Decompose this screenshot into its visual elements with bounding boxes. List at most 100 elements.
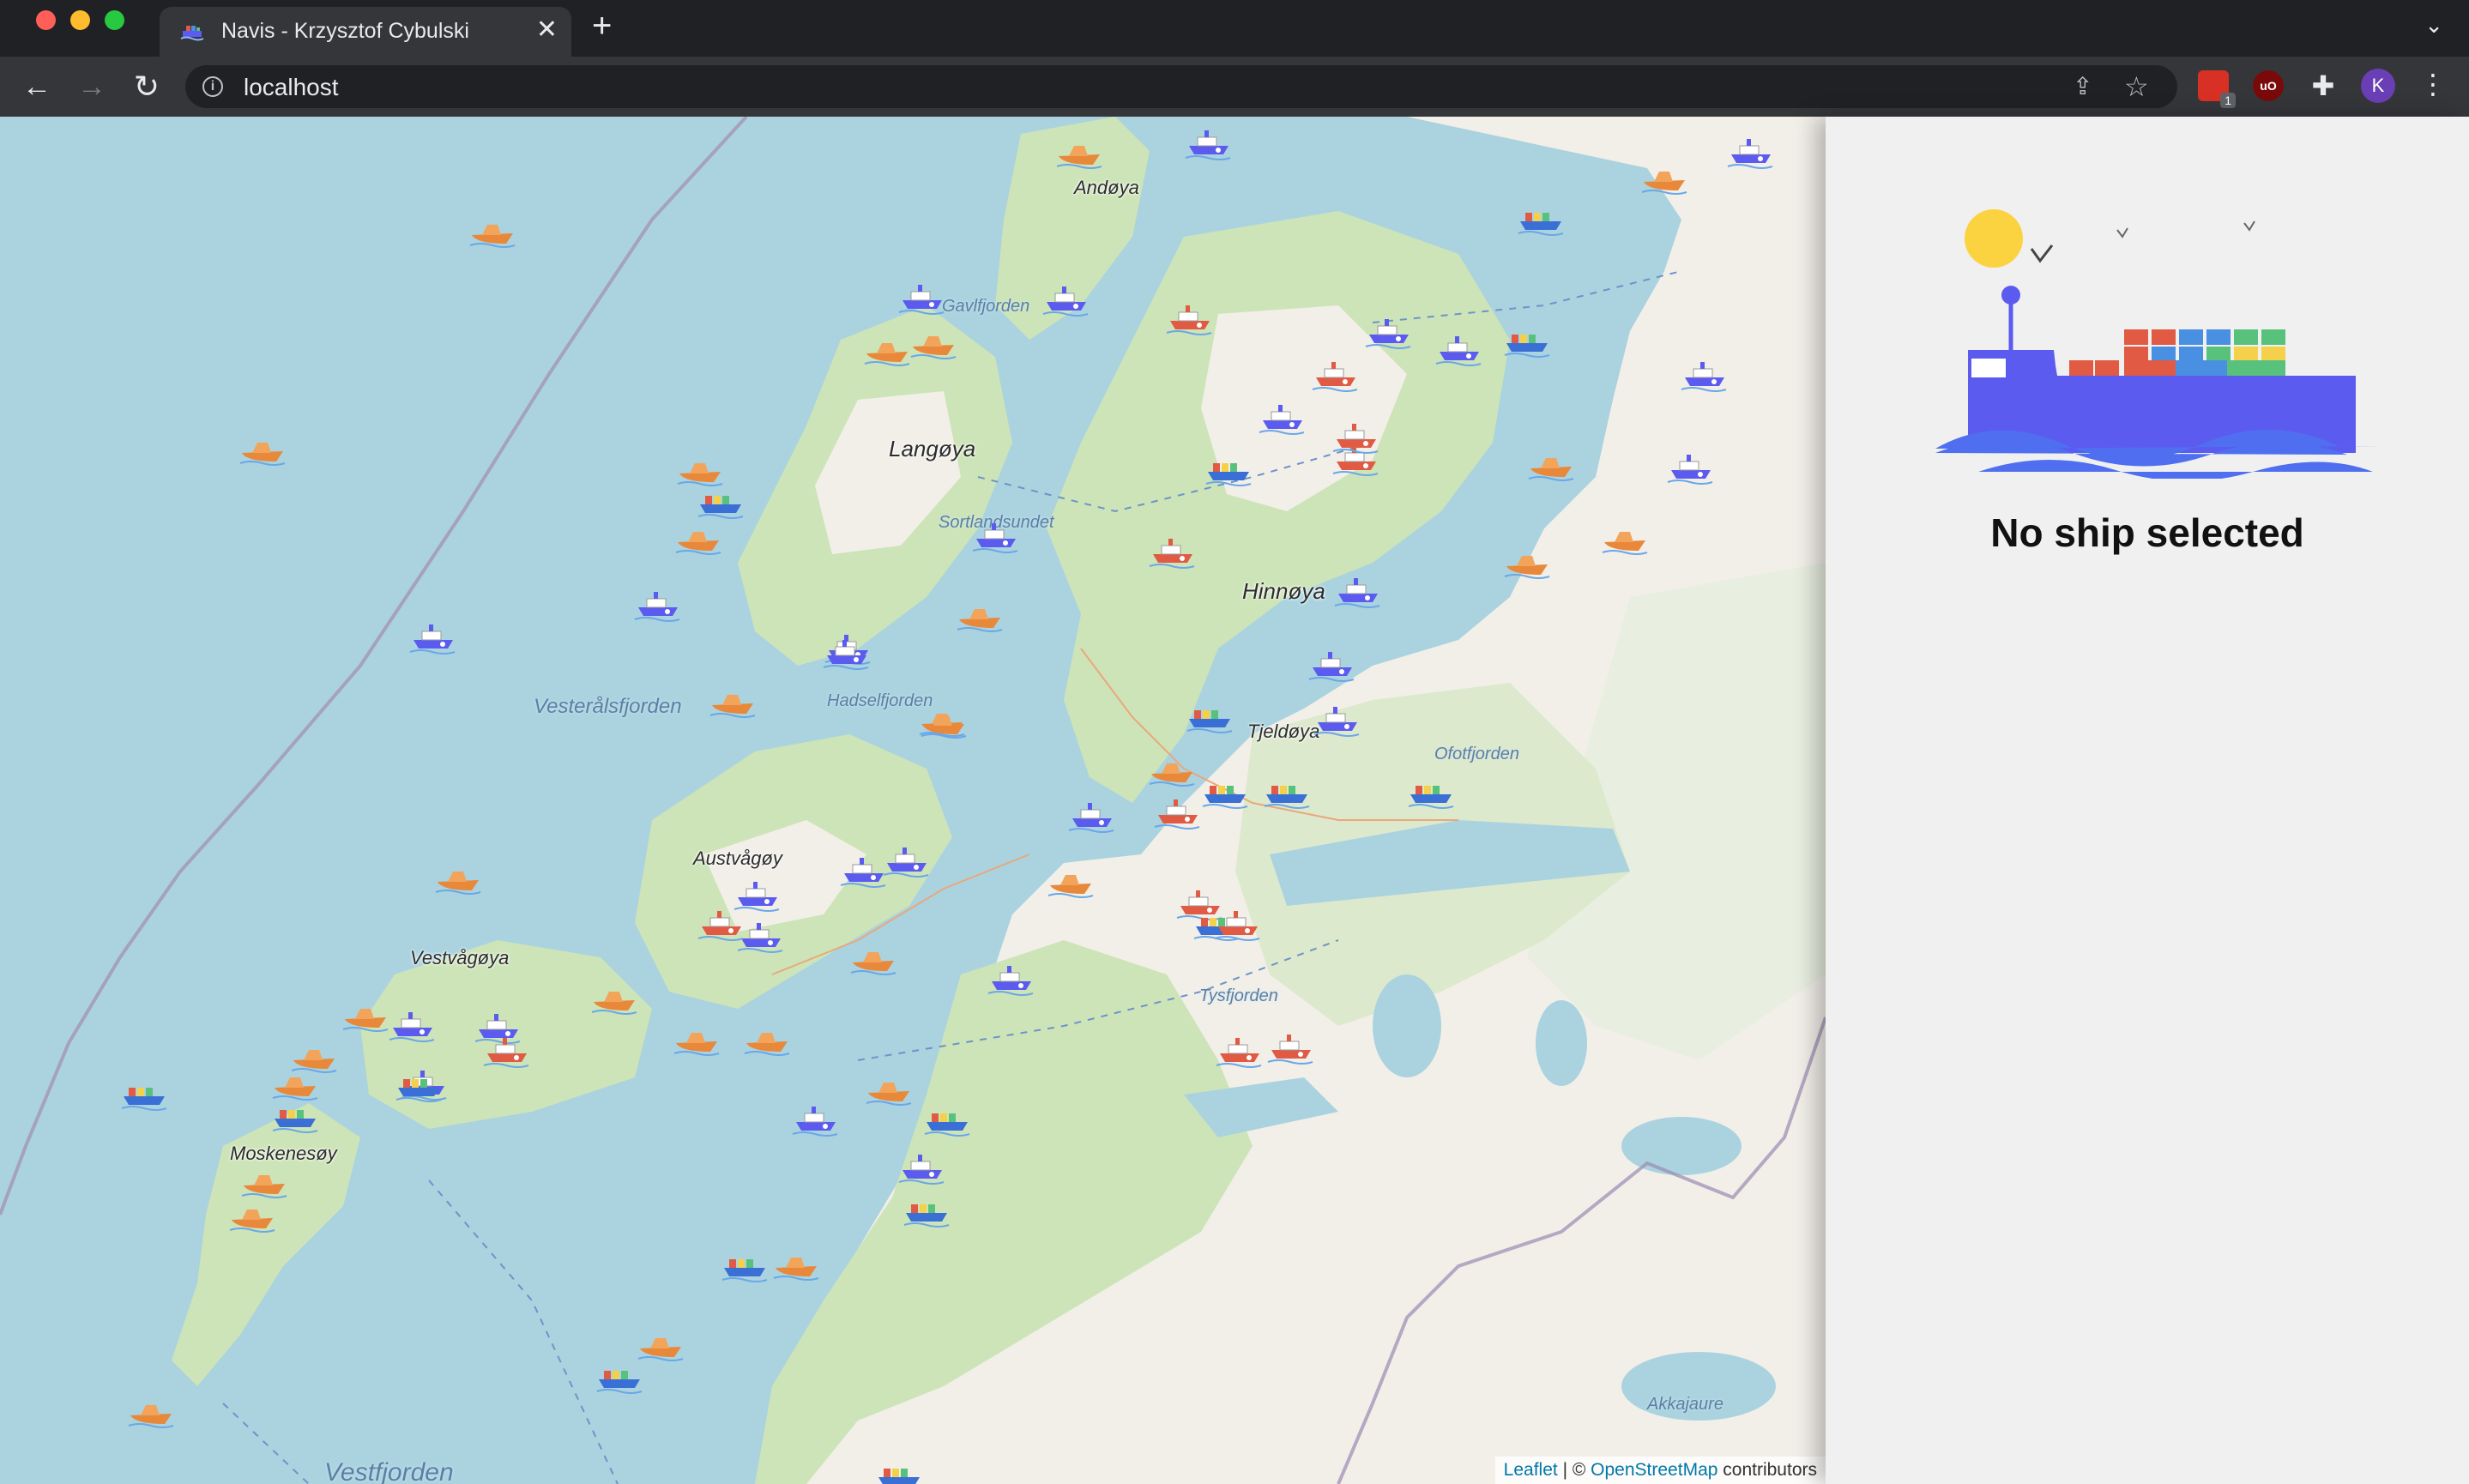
ship-marker-icon[interactable] — [865, 1072, 913, 1107]
ship-marker-icon[interactable] — [482, 1035, 530, 1069]
browser-menu-icon[interactable]: ⋮ — [2419, 67, 2447, 101]
openstreetmap-link[interactable]: OpenStreetMap — [1591, 1460, 1717, 1480]
new-tab-button[interactable]: + — [592, 9, 612, 43]
ship-marker-icon[interactable] — [863, 333, 911, 367]
ship-marker-icon[interactable] — [271, 1067, 319, 1101]
ublock-icon[interactable]: uO — [2253, 70, 2284, 101]
ship-marker-icon[interactable] — [1055, 136, 1103, 170]
ship-marker-icon[interactable] — [341, 998, 389, 1033]
ship-marker-icon[interactable] — [1364, 316, 1412, 350]
profile-avatar[interactable]: K — [2361, 69, 2395, 103]
ship-marker-icon[interactable] — [127, 1395, 175, 1429]
ship-marker-icon[interactable] — [120, 1077, 168, 1112]
ship-marker-icon[interactable] — [1407, 775, 1455, 810]
ship-marker-icon[interactable] — [1153, 796, 1201, 830]
ship-marker-icon[interactable] — [1313, 703, 1361, 738]
ship-marker-icon[interactable] — [791, 1103, 839, 1137]
ship-marker-icon[interactable] — [1165, 302, 1213, 336]
ship-marker-icon[interactable] — [1067, 799, 1115, 834]
ship-marker-icon[interactable] — [897, 281, 945, 316]
minimize-window-button[interactable] — [70, 10, 90, 30]
ship-marker-icon[interactable] — [676, 453, 724, 487]
ship-marker-icon[interactable] — [1148, 535, 1196, 570]
close-window-button[interactable] — [36, 10, 56, 30]
ship-marker-icon[interactable] — [909, 326, 957, 360]
tab-search-chevron-icon[interactable]: ⌄ — [2424, 12, 2443, 39]
browser-tab[interactable]: Navis - Krzysztof Cybulski ✕ — [160, 7, 571, 57]
site-info-icon[interactable]: i — [202, 76, 223, 97]
share-icon[interactable]: ⇪ — [2073, 72, 2092, 100]
map[interactable]: Andøya Langøya Hinnøya Tjeldøya Austvågø… — [0, 117, 1826, 1484]
ship-marker-icon[interactable] — [772, 1247, 820, 1282]
ship-marker-icon[interactable] — [408, 621, 456, 655]
ship-marker-icon[interactable] — [1680, 359, 1728, 393]
maximize-window-button[interactable] — [105, 10, 124, 30]
extension-icon[interactable]: 1 — [2198, 70, 2236, 108]
ship-marker-icon[interactable] — [1213, 908, 1261, 942]
leaflet-link[interactable]: Leaflet — [1504, 1460, 1558, 1480]
ship-marker-icon[interactable] — [1640, 161, 1688, 196]
ship-marker-icon[interactable] — [697, 908, 745, 942]
ship-marker-icon[interactable] — [674, 522, 722, 556]
reload-button[interactable]: ↻ — [129, 69, 165, 105]
bookmark-star-icon[interactable]: ☆ — [2124, 70, 2149, 103]
ship-marker-icon[interactable] — [1263, 775, 1311, 810]
ship-marker-icon[interactable] — [1204, 453, 1253, 487]
ship-marker-icon[interactable] — [1517, 202, 1565, 237]
ship-marker-icon[interactable] — [1184, 127, 1232, 161]
ship-marker-icon[interactable] — [590, 981, 638, 1016]
ship-marker-icon[interactable] — [1258, 401, 1306, 436]
ship-marker-icon[interactable] — [882, 844, 930, 878]
ship-marker-icon[interactable] — [920, 705, 968, 739]
ship-marker-icon[interactable] — [388, 1009, 436, 1043]
ship-marker-icon[interactable] — [902, 1194, 951, 1228]
ship-marker-icon[interactable] — [240, 1165, 288, 1199]
ship-marker-icon[interactable] — [1148, 753, 1196, 787]
ship-marker-icon[interactable] — [1331, 420, 1379, 455]
address-bar[interactable]: i localhost ⇪ ☆ — [185, 65, 2177, 108]
ship-marker-icon[interactable] — [1047, 865, 1095, 899]
ship-marker-icon[interactable] — [1333, 575, 1381, 609]
ship-marker-icon[interactable] — [1215, 1035, 1263, 1069]
ship-marker-icon[interactable] — [875, 1458, 923, 1484]
ship-marker-icon[interactable] — [637, 1328, 685, 1362]
ship-marker-icon[interactable] — [1503, 324, 1551, 359]
ship-marker-icon[interactable] — [395, 1069, 443, 1103]
ship-marker-icon[interactable] — [1266, 1031, 1314, 1065]
ship-marker-icon[interactable] — [633, 588, 681, 623]
ship-marker-icon[interactable] — [1186, 700, 1234, 734]
ship-marker-icon[interactable] — [595, 1360, 643, 1395]
close-tab-icon[interactable]: ✕ — [536, 17, 558, 43]
ship-marker-icon[interactable] — [1726, 136, 1774, 170]
ship-marker-icon[interactable] — [1434, 333, 1482, 367]
ship-marker-icon[interactable] — [897, 1151, 945, 1185]
extensions-puzzle-icon[interactable]: ✚ — [2308, 70, 2339, 101]
ship-marker-icon[interactable] — [238, 432, 287, 467]
ship-marker-icon[interactable] — [228, 1199, 276, 1234]
address-url[interactable]: localhost — [244, 74, 339, 101]
ship-marker-icon[interactable] — [743, 1023, 791, 1057]
ship-marker-icon[interactable] — [822, 636, 870, 671]
ship-marker-icon[interactable] — [1311, 359, 1359, 393]
ship-marker-icon[interactable] — [468, 214, 516, 249]
ship-marker-icon[interactable] — [1041, 283, 1090, 317]
back-button[interactable]: ← — [19, 69, 55, 105]
ship-marker-icon[interactable] — [271, 1100, 319, 1134]
ship-marker-icon[interactable] — [721, 1249, 769, 1283]
ship-marker-icon[interactable] — [1527, 448, 1575, 482]
ship-marker-icon[interactable] — [673, 1023, 721, 1057]
ship-marker-icon[interactable] — [1201, 775, 1249, 810]
forward-button[interactable]: → — [74, 69, 110, 105]
ship-marker-icon[interactable] — [956, 599, 1004, 633]
ship-marker-icon[interactable] — [971, 520, 1019, 554]
ship-marker-icon[interactable] — [434, 861, 482, 896]
ship-marker-icon[interactable] — [709, 685, 757, 719]
ship-marker-icon[interactable] — [987, 962, 1035, 997]
ship-marker-icon[interactable] — [1601, 522, 1649, 556]
ship-marker-icon[interactable] — [1307, 648, 1355, 683]
ship-marker-icon[interactable] — [1666, 451, 1714, 486]
ship-marker-icon[interactable] — [839, 854, 887, 889]
ship-marker-icon[interactable] — [1503, 546, 1551, 580]
ship-marker-icon[interactable] — [849, 942, 897, 976]
ship-marker-icon[interactable] — [923, 1103, 971, 1137]
